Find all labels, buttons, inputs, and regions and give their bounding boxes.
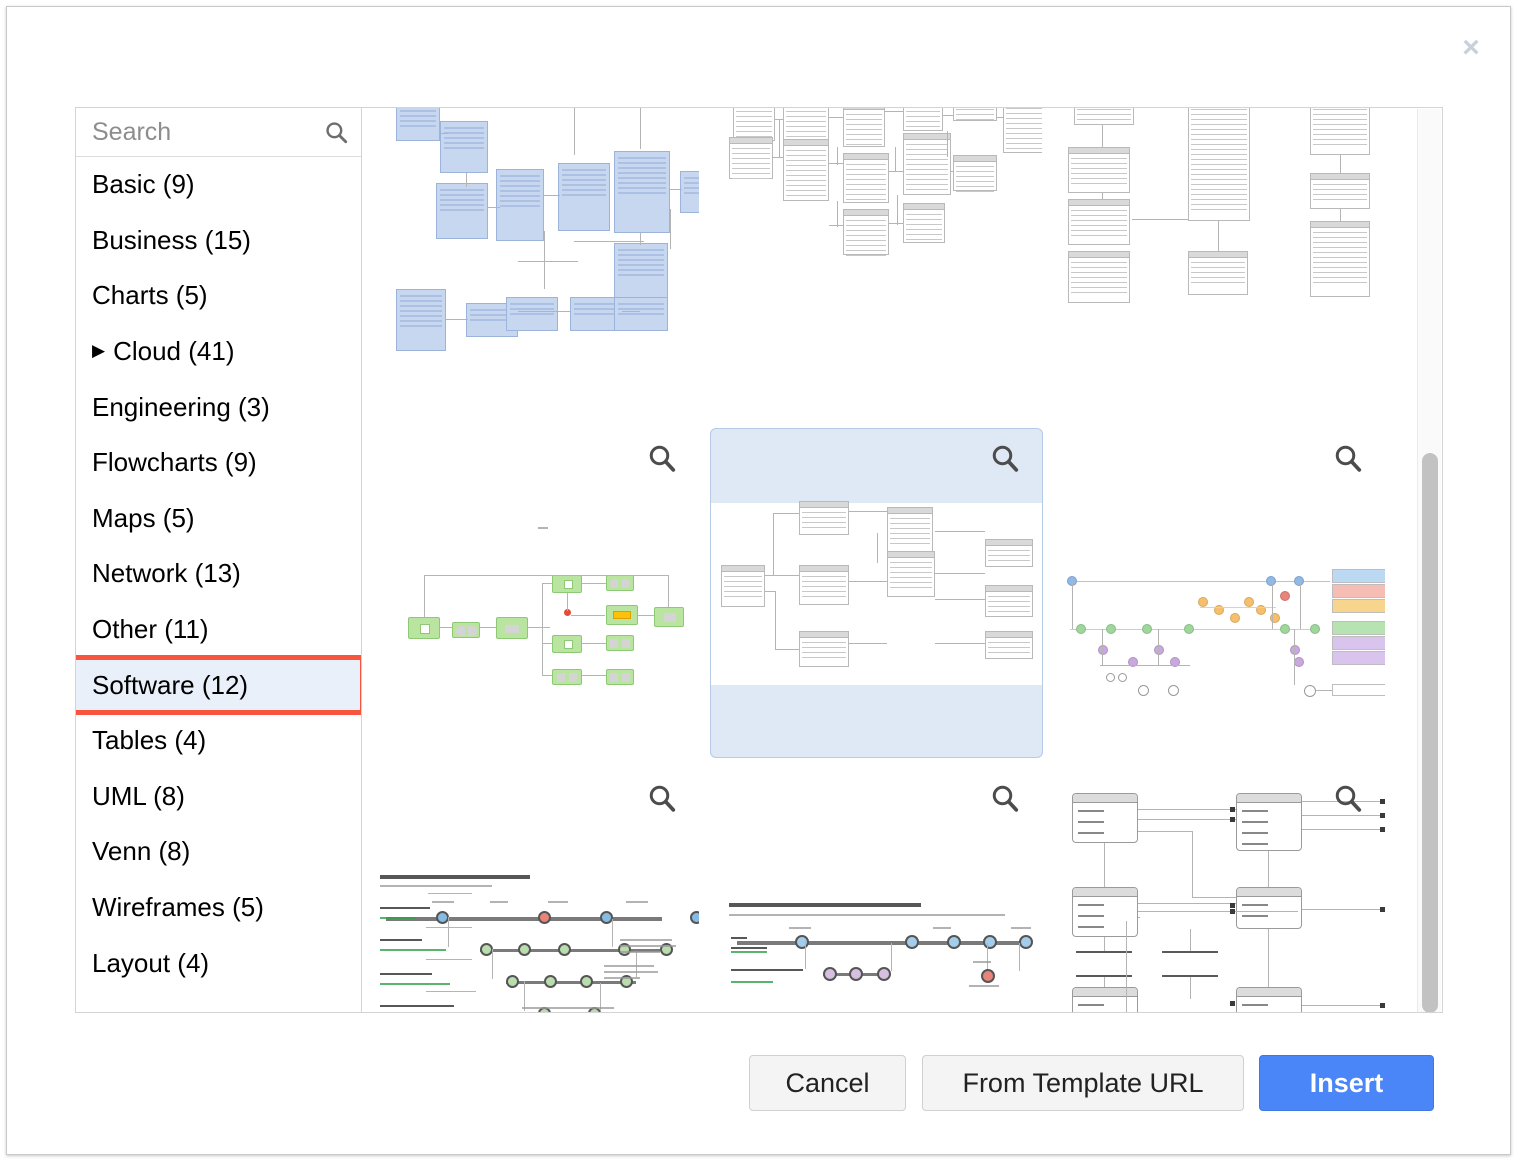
thumbnail-art <box>1058 469 1385 719</box>
insert-button[interactable]: Insert <box>1259 1055 1434 1111</box>
sidebar-item-basic[interactable]: Basic (9) <box>76 157 361 213</box>
template-tile[interactable] <box>1053 428 1386 758</box>
magnifier-icon[interactable] <box>1333 443 1363 473</box>
thumbnail-art <box>1066 787 1385 1013</box>
template-tile[interactable] <box>367 107 700 418</box>
sidebar-item-label: Venn (8) <box>92 836 190 867</box>
sidebar-item-other[interactable]: Other (11) <box>76 602 361 658</box>
thumbnail-art <box>386 457 699 737</box>
template-thumbnail-gitflow-full <box>368 789 699 1013</box>
sidebar-item-label: Engineering (3) <box>92 392 270 423</box>
thumbnail-art <box>719 789 1042 1013</box>
template-thumbnail-flow-green <box>368 457 699 737</box>
sidebar-item-label: Flowcharts (9) <box>92 447 257 478</box>
sidebar-item-label: UML (8) <box>92 781 185 812</box>
search-input[interactable] <box>76 108 361 156</box>
sidebar-item-label: Layout (4) <box>92 948 209 979</box>
sidebar-item-charts[interactable]: Charts (5) <box>76 268 361 324</box>
expand-arrow-icon[interactable]: ▶ <box>92 341 105 361</box>
template-tile[interactable] <box>710 107 1043 418</box>
template-tile[interactable] <box>1053 768 1386 1013</box>
sidebar-item-label: Other (11) <box>92 614 209 645</box>
sidebar-item-wireframes[interactable]: Wireframes (5) <box>76 880 361 936</box>
sidebar-item-label: Tables (4) <box>92 725 206 756</box>
sidebar-item-flowcharts[interactable]: Flowcharts (9) <box>76 435 361 491</box>
scrollbar-thumb[interactable] <box>1422 453 1438 1013</box>
category-list: Basic (9) Business (15) Charts (5) ▶ Cloud (… <box>76 157 361 991</box>
magnifier-icon[interactable] <box>647 443 677 473</box>
from-template-url-button[interactable]: From Template URL <box>922 1055 1244 1111</box>
close-icon[interactable]: × <box>1454 31 1488 65</box>
template-thumbnail-er-gray-dense <box>711 111 1042 411</box>
sidebar-item-label: Wireframes (5) <box>92 892 264 923</box>
sidebar-item-label: Cloud (41) <box>113 336 234 367</box>
sidebar-item-label: Network (13) <box>92 558 241 589</box>
template-thumbnail-sysml-blocks <box>1054 787 1385 1013</box>
template-tile-selected[interactable] <box>710 428 1043 758</box>
magnifier-icon[interactable] <box>647 783 677 813</box>
magnifier-icon[interactable] <box>990 783 1020 813</box>
template-grid <box>362 107 1402 1013</box>
template-thumbnail-er-blue <box>368 111 699 411</box>
magnifier-icon[interactable] <box>990 443 1020 473</box>
template-tile[interactable] <box>710 768 1043 1013</box>
template-row <box>362 107 1402 428</box>
sidebar-item-engineering[interactable]: Engineering (3) <box>76 379 361 435</box>
sidebar-item-cloud[interactable]: ▶ Cloud (41) <box>76 324 361 380</box>
thumbnail-art <box>725 111 1042 411</box>
template-tile[interactable] <box>367 768 700 1013</box>
sidebar-item-venn[interactable]: Venn (8) <box>76 824 361 880</box>
dialog-footer: Cancel From Template URL Insert <box>7 1014 1510 1154</box>
sidebar-item-network[interactable]: Network (13) <box>76 546 361 602</box>
template-thumbnail-er-gray-select <box>711 503 1042 685</box>
thumbnail-art <box>378 111 699 411</box>
dialog-body: Basic (9) Business (15) Charts (5) ▶ Cloud (… <box>75 107 1443 1013</box>
magnifier-icon[interactable] <box>1333 783 1363 813</box>
template-thumbnail-er-gray-tall <box>1054 111 1385 411</box>
sidebar-item-software[interactable]: Software (12) <box>76 657 361 713</box>
template-row <box>362 768 1402 1013</box>
sidebar-item-label: Basic (9) <box>92 169 195 200</box>
sidebar-item-uml[interactable]: UML (8) <box>76 769 361 825</box>
sidebar-item-label: Charts (5) <box>92 280 208 311</box>
vertical-scrollbar[interactable] <box>1417 109 1441 1013</box>
sidebar-item-label: Business (15) <box>92 225 251 256</box>
template-thumbnail-gitflow-simple <box>711 789 1042 1013</box>
template-tile[interactable] <box>367 428 700 758</box>
cancel-button[interactable]: Cancel <box>749 1055 906 1111</box>
sidebar-item-business[interactable]: Business (15) <box>76 213 361 269</box>
template-thumbnail-gitgraph-color <box>1054 469 1385 719</box>
sidebar-item-label: Maps (5) <box>92 503 195 534</box>
template-tile[interactable] <box>1053 107 1386 418</box>
template-row <box>362 428 1402 768</box>
category-sidebar: Basic (9) Business (15) Charts (5) ▶ Cloud (… <box>75 107 362 1013</box>
sidebar-item-maps[interactable]: Maps (5) <box>76 491 361 547</box>
sidebar-item-layout[interactable]: Layout (4) <box>76 935 361 991</box>
template-grid-panel <box>362 107 1443 1013</box>
thumbnail-art <box>1064 111 1385 411</box>
thumbnail-art <box>372 789 699 1013</box>
template-picker-dialog: × Basic (9) Business (15) Charts (5) ▶ Cloud… <box>6 6 1511 1155</box>
sidebar-item-tables[interactable]: Tables (4) <box>76 713 361 769</box>
search-bar <box>76 108 361 157</box>
thumbnail-art <box>717 503 1042 685</box>
sidebar-item-label: Software (12) <box>92 670 248 701</box>
